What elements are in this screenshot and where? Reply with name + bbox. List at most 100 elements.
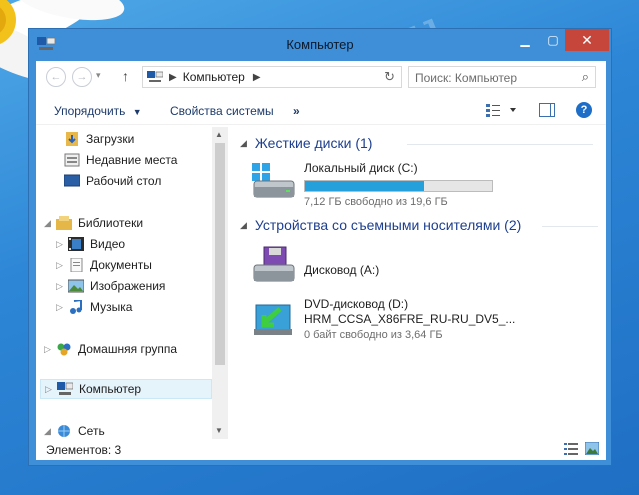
close-button[interactable]: ✕ — [565, 29, 609, 51]
nav-item-video[interactable]: ▷ Видео — [56, 234, 125, 254]
nav-item-downloads[interactable]: Загрузки — [64, 129, 134, 149]
dvd-drive-icon — [254, 304, 292, 335]
documents-icon — [70, 258, 83, 272]
desktop-icon — [64, 174, 80, 187]
scroll-up-icon[interactable]: ▲ — [215, 130, 223, 139]
nav-item-libraries[interactable]: ◢ Библиотеки — [44, 213, 143, 233]
system-properties-button[interactable]: Свойства системы — [170, 104, 274, 118]
organize-button[interactable]: Упорядочить ▼ — [54, 104, 142, 118]
up-button[interactable]: ↑ — [122, 68, 129, 84]
recent-places-icon — [64, 153, 80, 167]
drive-name: Локальный диск (C:) — [304, 161, 418, 175]
chevron-right-icon[interactable]: ▶ — [253, 72, 261, 83]
group-header-label: Жесткие диски (1) — [254, 135, 373, 151]
group-divider — [407, 144, 593, 145]
nav-item-label: Недавние места — [86, 153, 178, 167]
expand-arrow-icon[interactable]: ▷ — [56, 260, 66, 271]
nav-item-desktop[interactable]: Рабочий стол — [64, 171, 161, 191]
disk-usage-fill — [305, 181, 425, 191]
expand-arrow-icon[interactable]: ▷ — [56, 281, 66, 292]
video-icon — [68, 237, 84, 251]
window-client: ← → ▾ ↑ ▶ Компьютер ▶ ↻ Поиск: Компьютер… — [36, 61, 606, 460]
content-pane: ◢ Жесткие диски (1) Локальный диск (C:) — [232, 127, 606, 439]
collapse-arrow-icon[interactable]: ◢ — [240, 220, 247, 231]
organize-label: Упорядочить — [54, 104, 126, 118]
refresh-icon[interactable]: ↻ — [384, 69, 395, 85]
nav-item-label: Сеть — [78, 424, 105, 438]
details-view-icon[interactable] — [564, 443, 578, 455]
nav-item-network[interactable]: ◢ Сеть — [44, 421, 105, 439]
drive-name: Дисковод (A:) — [304, 262, 380, 277]
address-bar[interactable]: ▶ Компьютер ▶ ↻ — [142, 66, 402, 88]
nav-item-label: Видео — [90, 237, 126, 251]
large-icons-view-icon[interactable] — [585, 442, 599, 455]
drive-floppy-a[interactable]: Дисковод (A:) — [250, 245, 379, 285]
back-button[interactable]: ← — [46, 67, 66, 87]
nav-item-documents[interactable]: ▷ Документы — [56, 255, 152, 275]
hard-drive-icon — [252, 163, 295, 198]
explorer-window: Компьютер ▁ ▢ ✕ ← → ▾ ↑ ▶ Компьютер ▶ ↻ — [28, 28, 612, 466]
address-path-item[interactable]: Компьютер — [183, 70, 245, 84]
chevron-right-icon[interactable]: ▶ — [169, 72, 177, 83]
navigation-scrollbar[interactable]: ▲ ▼ — [212, 127, 228, 439]
change-view-button[interactable] — [486, 103, 516, 120]
nav-item-recent-places[interactable]: Недавние места — [64, 150, 177, 170]
libraries-icon — [56, 216, 72, 230]
nav-item-label: Музыка — [90, 300, 133, 314]
search-placeholder: Поиск: Компьютер — [415, 71, 518, 85]
forward-button[interactable]: → — [72, 67, 92, 87]
group-divider — [542, 226, 598, 227]
recent-dropdown-icon[interactable]: ▾ — [96, 70, 101, 81]
expand-arrow-icon[interactable]: ▷ — [56, 302, 66, 313]
expand-arrow-icon[interactable]: ▷ — [56, 239, 66, 250]
help-button[interactable]: ? — [576, 102, 592, 118]
chevron-down-icon: ▼ — [132, 107, 142, 117]
disk-usage-bar — [304, 180, 493, 192]
nav-item-label: Документы — [90, 258, 152, 272]
drive-name: DVD-дисковод (D:) — [304, 297, 409, 311]
nav-item-label: Загрузки — [86, 132, 135, 146]
status-bar: Элементов: 3 — [36, 439, 606, 460]
drive-volume-label: HRM_CCSA_X86FRE_RU-RU_DV5_... — [304, 312, 516, 326]
item-count: Элементов: 3 — [46, 443, 122, 457]
search-icon[interactable]: ⌕ — [582, 69, 589, 85]
pictures-icon — [68, 279, 84, 293]
nav-item-music[interactable]: ▷ Музыка — [56, 297, 132, 317]
drive-free-space: 0 байт свободно из 3,64 ГБ — [304, 329, 443, 341]
expand-arrow-icon[interactable]: ▷ — [44, 344, 54, 355]
nav-item-label: Компьютер — [79, 382, 142, 396]
nav-item-computer[interactable]: ▷ Компьютер — [40, 379, 212, 399]
expand-arrow-icon[interactable]: ▷ — [45, 384, 55, 395]
navigation-row: ← → ▾ ↑ ▶ Компьютер ▶ ↻ Поиск: Компьютер… — [36, 61, 606, 91]
scroll-down-icon[interactable]: ▼ — [215, 426, 223, 435]
drive-dvd-d[interactable]: DVD-дисковод (D:) HRM_CCSA_X86FRE_RU-RU_… — [250, 297, 515, 341]
group-header-label: Устройства со съемными носителями (2) — [254, 217, 522, 233]
nav-item-pictures[interactable]: ▷ Изображения — [56, 276, 165, 296]
group-header-removable[interactable]: ◢ Устройства со съемными носителями (2) — [240, 217, 521, 233]
computer-icon — [57, 382, 73, 395]
minimize-button[interactable]: ▁ — [511, 29, 539, 51]
group-header-hard-drives[interactable]: ◢ Жесткие диски (1) — [240, 135, 372, 151]
preview-pane-button[interactable] — [539, 103, 555, 117]
network-icon — [58, 425, 70, 437]
maximize-button[interactable]: ▢ — [539, 29, 567, 51]
homegroup-icon — [57, 343, 71, 356]
scrollbar-thumb[interactable] — [215, 143, 225, 365]
nav-item-label: Изображения — [90, 279, 166, 293]
command-bar: Упорядочить ▼ Свойства системы » ? — [36, 97, 606, 125]
nav-item-homegroup[interactable]: ▷ Домашняя группа — [44, 339, 177, 359]
preview-pane-icon — [550, 104, 551, 116]
collapse-arrow-icon[interactable]: ◢ — [44, 426, 54, 437]
drive-local-c[interactable]: Локальный диск (C:) 7,12 ГБ свободно из … — [250, 161, 493, 208]
collapse-arrow-icon[interactable]: ◢ — [240, 138, 247, 149]
downloads-icon — [66, 132, 78, 146]
search-input[interactable]: Поиск: Компьютер ⌕ — [408, 66, 596, 88]
view-options-icon — [486, 104, 516, 117]
nav-item-label: Рабочий стол — [86, 174, 162, 188]
music-icon — [70, 300, 82, 314]
navigation-pane: Загрузки Недавние места Рабочий стол ◢ Б… — [36, 127, 230, 439]
drive-free-space: 7,12 ГБ свободно из 19,6 ГБ — [304, 196, 448, 208]
title-bar[interactable]: Компьютер ▁ ▢ ✕ — [29, 29, 611, 61]
collapse-arrow-icon[interactable]: ◢ — [44, 218, 54, 229]
more-commands-button[interactable]: » — [293, 104, 300, 118]
